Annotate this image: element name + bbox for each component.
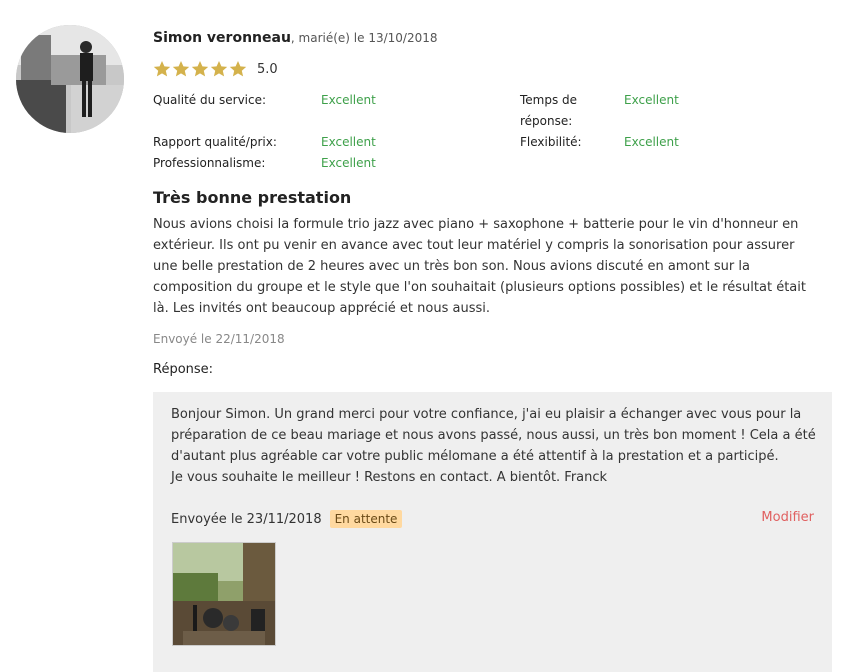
response-sent-date: Envoyée le 23/11/2018 (171, 511, 322, 527)
reviewer-wedding-date: , marié(e) le 13/10/2018 (290, 31, 438, 45)
response-footer: Envoyée le 23/11/2018 En attente (171, 510, 403, 528)
avatar-photo (16, 25, 124, 133)
criteria-value-response-time: Excellent (624, 93, 679, 107)
criteria-label-service-quality: Qualité du service: (153, 93, 267, 107)
rating: 5.0 (153, 60, 278, 78)
star-icon (172, 61, 190, 77)
response-box: Bonjour Simon. Un grand merci pour votre… (153, 392, 832, 672)
modify-link[interactable]: Modifier (761, 510, 814, 525)
rating-score: 5.0 (257, 61, 278, 77)
response-text: Bonjour Simon. Un grand merci pour votre… (171, 404, 821, 488)
reviewer-name: Simon veronneau (153, 30, 291, 46)
criteria-label-response-time: Temps de réponse: (520, 93, 578, 128)
star-icon (229, 61, 247, 77)
reviewer-header: Simon veronneau, marié(e) le 13/10/2018 (153, 30, 438, 46)
status-badge: En attente (329, 510, 403, 528)
response-line: d'autant plus agréable car votre public … (171, 449, 779, 464)
star-icon (210, 61, 228, 77)
review-sent-date: Envoyé le 22/11/2018 (153, 332, 285, 346)
review-title: Très bonne prestation (153, 188, 352, 207)
criteria-label-value-for-money: Rapport qualité/prix: (153, 135, 277, 149)
criteria-label-professionalism: Professionnalisme: (153, 156, 266, 170)
response-line: Je vous souhaite le meilleur ! Restons e… (171, 470, 608, 485)
response-line: Bonjour Simon. Un grand merci pour votre… (171, 407, 802, 422)
response-line: préparation de ce beau mariage et nous a… (171, 428, 816, 443)
reviewer-avatar (16, 25, 124, 133)
rating-stars (153, 60, 247, 78)
photo-image (173, 543, 275, 645)
criteria-value-value-for-money: Excellent (321, 135, 376, 149)
criteria-value-professionalism: Excellent (321, 156, 376, 170)
review-body: Nous avions choisi la formule trio jazz … (153, 217, 806, 316)
response-photo-thumbnail[interactable] (172, 542, 276, 646)
criteria-label-flexibility: Flexibilité: (520, 135, 582, 149)
criteria-value-flexibility: Excellent (624, 135, 679, 149)
star-icon (191, 61, 209, 77)
response-label: Réponse: (153, 362, 214, 377)
star-icon (153, 61, 171, 77)
criteria-value-service-quality: Excellent (321, 93, 376, 107)
